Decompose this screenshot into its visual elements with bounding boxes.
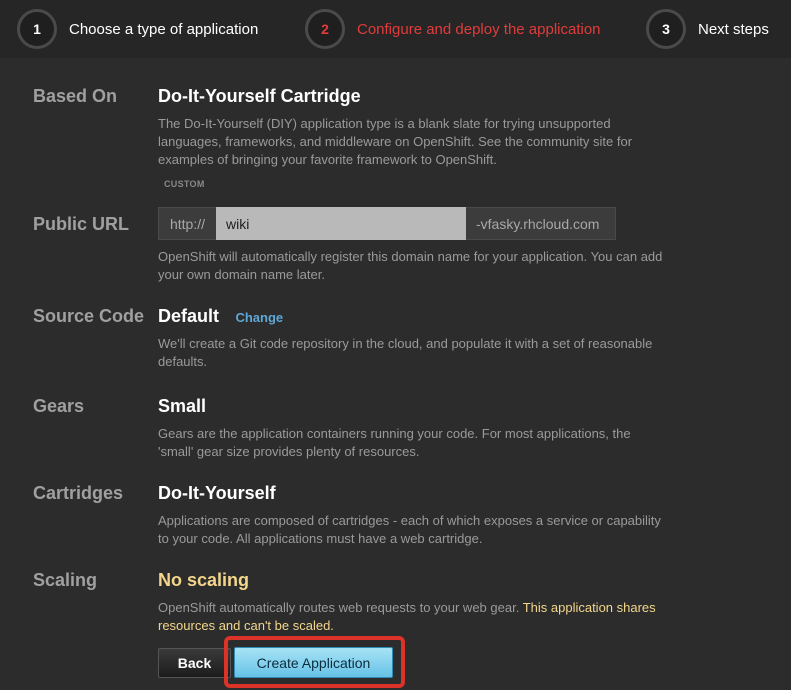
- url-suffix: -vfasky.rhcloud.com: [466, 207, 616, 240]
- cartridges-label: Cartridges: [33, 483, 124, 503]
- change-source-link[interactable]: Change: [235, 310, 283, 325]
- step-2[interactable]: 2 Configure and deploy the application: [305, 9, 601, 49]
- public-url-label: Public URL: [33, 214, 130, 234]
- step-2-number: 2: [305, 9, 345, 49]
- step-2-label: Configure and deploy the application: [357, 20, 601, 38]
- source-code-value: Default: [158, 306, 220, 326]
- cartridges-description: Applications are composed of cartridges …: [158, 513, 661, 546]
- source-code-description: We'll create a Git code repository in th…: [158, 336, 653, 369]
- scaling-label: Scaling: [33, 570, 98, 590]
- gears-value: Small: [158, 396, 207, 416]
- url-field-group: http:// -vfasky.rhcloud.com: [158, 207, 616, 240]
- scaling-value: No scaling: [158, 570, 250, 590]
- step-3[interactable]: 3 Next steps: [646, 9, 769, 49]
- cartridges-value: Do-It-Yourself: [158, 483, 276, 503]
- based-on-value: Do-It-Yourself Cartridge: [158, 86, 361, 106]
- source-code-label: Source Code: [33, 306, 145, 326]
- back-button[interactable]: Back: [158, 648, 231, 678]
- scaling-description-block: OpenShift automatically routes web reque…: [158, 599, 663, 635]
- step-3-label: Next steps: [698, 20, 769, 38]
- scaling-description: OpenShift automatically routes web reque…: [158, 600, 520, 615]
- gears-label: Gears: [33, 396, 85, 416]
- gears-description: Gears are the application containers run…: [158, 426, 631, 459]
- public-url-description: OpenShift will automatically register th…: [158, 249, 663, 282]
- step-1-label: Choose a type of application: [69, 20, 259, 38]
- step-1-number: 1: [17, 9, 57, 49]
- step-3-number: 3: [646, 9, 686, 49]
- app-name-input[interactable]: [216, 207, 466, 240]
- create-application-button[interactable]: Create Application: [234, 647, 393, 678]
- wizard-steps: 1 Choose a type of application 2 Configu…: [0, 0, 791, 58]
- based-on-description: The Do-It-Yourself (DIY) application typ…: [158, 116, 633, 167]
- step-1[interactable]: 1 Choose a type of application: [17, 9, 258, 49]
- custom-tag: CUSTOM: [164, 179, 205, 189]
- based-on-label: Based On: [33, 86, 118, 106]
- url-prefix: http://: [158, 207, 216, 240]
